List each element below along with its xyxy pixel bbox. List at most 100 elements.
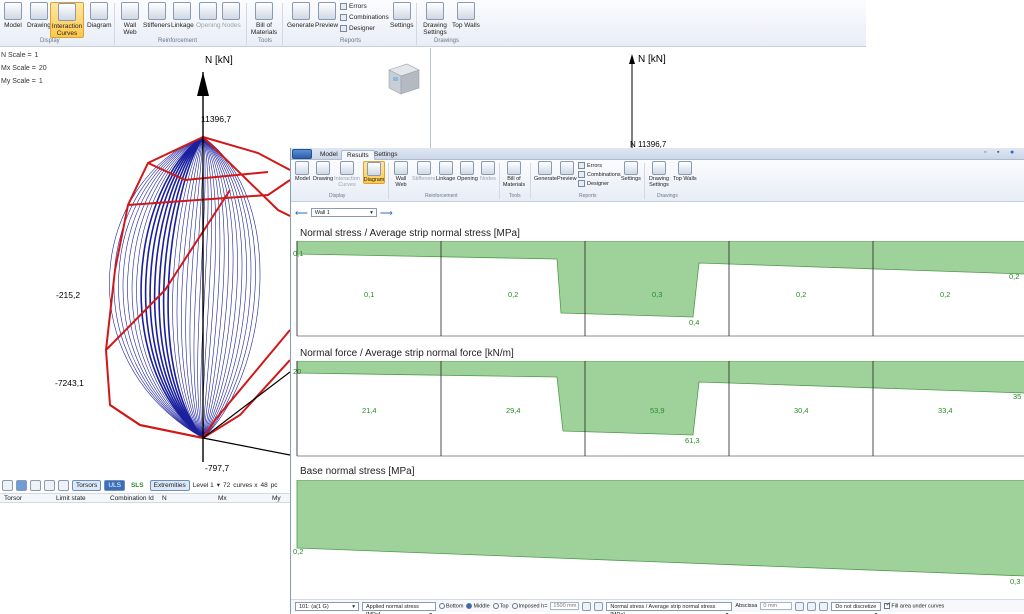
- opening-button[interactable]: Opening: [196, 2, 221, 29]
- rotate-icon[interactable]: [2, 479, 13, 491]
- drawing-settings-button[interactable]: Drawing Settings: [422, 2, 448, 36]
- next-wall-icon[interactable]: ⟶: [380, 208, 393, 217]
- ribbon-separator: [530, 163, 531, 199]
- combinations-item[interactable]: Combinations: [340, 14, 389, 21]
- interaction-curves-button[interactable]: Interaction Curves: [50, 2, 84, 38]
- bottom-value-label: -797,7: [205, 463, 229, 473]
- model-button[interactable]: Model: [4, 2, 22, 29]
- opening-icon: [460, 161, 475, 175]
- preview-button[interactable]: Preview: [315, 2, 338, 29]
- stress-type-select[interactable]: Applied normal stress [MPa]: [362, 601, 436, 614]
- print-icon[interactable]: [58, 479, 69, 491]
- column-header-torsor[interactable]: Torsor: [4, 495, 22, 502]
- export-icon[interactable]: [807, 601, 817, 611]
- extremities-button[interactable]: Extremities: [149, 479, 190, 491]
- diagram-1-dip-label: 0,4: [689, 318, 699, 327]
- interaction-curves-plot[interactable]: N [kN] 11396,7 -797,7 -215,2 -7243,1: [0, 48, 290, 476]
- opening-button[interactable]: Opening: [457, 161, 478, 182]
- drawing-button[interactable]: Drawing: [27, 2, 51, 29]
- wall-web-button[interactable]: Wall Web: [393, 161, 409, 188]
- generate-button[interactable]: Generate: [534, 161, 557, 182]
- imposed-height-input[interactable]: 1500 mm: [550, 602, 580, 610]
- normal-force-diagram[interactable]: 20 35 61,3 21,4 29,4 53,9 30,4 33,4: [291, 361, 1024, 457]
- wall-select[interactable]: Wall 1: [310, 208, 377, 217]
- uls-button[interactable]: ULS: [104, 479, 125, 491]
- model-button[interactable]: Model: [295, 161, 310, 182]
- info-icon[interactable]: [594, 601, 604, 611]
- normal-stress-diagram[interactable]: 0,1 0,2 0,4 0,1 0,2 0,3 0,2 0,2: [291, 241, 1024, 337]
- drawing-button[interactable]: Drawing: [313, 161, 333, 182]
- display-group-label: Display: [40, 38, 60, 44]
- abscissa-input[interactable]: 0 mm: [760, 602, 793, 610]
- errors-item[interactable]: Errors: [340, 3, 367, 10]
- tab-model[interactable]: Model: [315, 150, 343, 160]
- errors-item[interactable]: Errors: [578, 162, 602, 169]
- torsors-button[interactable]: Torsors: [72, 479, 102, 491]
- radio-bottom[interactable]: Bottom: [439, 602, 463, 609]
- diagram-button[interactable]: Diagram: [87, 2, 112, 29]
- help-icon[interactable]: ●: [1010, 149, 1014, 156]
- diagram-1-strip-value: 0,1: [364, 290, 374, 299]
- fill-area-checkbox[interactable]: Fill area under curves: [884, 601, 944, 609]
- interaction-curves-button[interactable]: Interaction Curves: [333, 161, 361, 188]
- combinations-icon: [340, 14, 347, 21]
- n-axis-label: N [kN]: [205, 55, 233, 66]
- reinforcement-group-label: Reinforcement: [425, 193, 458, 199]
- nodes-button[interactable]: Nodes: [222, 2, 241, 29]
- column-header-n[interactable]: N: [162, 495, 167, 502]
- radio-imposed[interactable]: Imposed h=: [511, 602, 547, 609]
- bill-of-materials-button[interactable]: Bill of Materials: [503, 161, 525, 188]
- combinations-icon: [578, 171, 585, 178]
- linkage-button[interactable]: Linkage: [436, 161, 455, 182]
- view-cube[interactable]: [385, 60, 423, 98]
- column-header-combination-id[interactable]: Combination Id: [110, 495, 154, 502]
- diagram-select[interactable]: Normal stress / Average strip normal str…: [606, 601, 733, 614]
- grid-icon[interactable]: [30, 479, 41, 491]
- stiffeners-icon: [147, 2, 166, 20]
- print-icon[interactable]: [819, 601, 829, 611]
- diagram-options-toolbar: 101: (a(1 G) Applied normal stress [MPa]…: [291, 599, 1024, 614]
- view-3d-icon[interactable]: [16, 479, 27, 491]
- sls-button[interactable]: SLS: [128, 481, 147, 490]
- minimize-icon[interactable]: ▫: [984, 149, 986, 156]
- restore-icon[interactable]: ▪: [997, 149, 999, 156]
- diagram-1-fill-area: [296, 241, 1024, 318]
- curves-count[interactable]: 72: [223, 482, 230, 489]
- export-icon[interactable]: [44, 479, 55, 491]
- diagram-2-title: Normal force / Average strip normal forc…: [300, 348, 514, 359]
- level-select[interactable]: Level 1: [193, 482, 214, 489]
- column-header-limit-state[interactable]: Limit state: [56, 495, 86, 502]
- radio-middle[interactable]: Middle: [466, 602, 490, 609]
- discretize-select[interactable]: Do not discretize: [831, 601, 882, 611]
- pin-icon[interactable]: [582, 601, 592, 611]
- settings-button[interactable]: Settings: [390, 2, 414, 29]
- previous-wall-icon[interactable]: ⟵: [295, 208, 308, 217]
- base-normal-stress-diagram[interactable]: 0,2 0,3: [291, 480, 1024, 588]
- column-header-my[interactable]: My: [272, 495, 281, 502]
- top-walls-button[interactable]: Top Walls: [673, 161, 697, 182]
- preview-button[interactable]: Preview: [557, 161, 577, 182]
- designer-item[interactable]: Designer: [578, 180, 609, 187]
- points-count[interactable]: 48: [260, 482, 267, 489]
- wall-web-button[interactable]: Wall Web: [120, 2, 140, 36]
- stiffeners-button[interactable]: Stiffeners: [412, 161, 435, 182]
- application-menu-button[interactable]: [292, 149, 312, 159]
- diagram-button[interactable]: Diagram: [363, 161, 385, 184]
- nodes-button[interactable]: Nodes: [480, 161, 496, 182]
- combination-select[interactable]: 101: (a(1 G): [295, 601, 359, 611]
- bill-of-materials-button[interactable]: Bill of Materials: [251, 2, 277, 36]
- designer-icon: [340, 25, 347, 32]
- drawing-settings-button[interactable]: Drawing Settings: [648, 161, 670, 188]
- designer-item[interactable]: Designer: [340, 25, 375, 32]
- tab-settings[interactable]: Settings: [369, 150, 403, 160]
- generate-button[interactable]: Generate: [287, 2, 314, 29]
- combinations-item[interactable]: Combinations: [578, 171, 621, 178]
- zoom-icon[interactable]: [795, 601, 805, 611]
- preview-icon: [559, 161, 574, 175]
- settings-button[interactable]: Settings: [621, 161, 641, 182]
- radio-top[interactable]: Top: [492, 602, 509, 609]
- column-header-mx[interactable]: Mx: [218, 495, 227, 502]
- linkage-button[interactable]: Linkage: [171, 2, 194, 29]
- top-walls-button[interactable]: Top Walls: [452, 2, 480, 29]
- stiffeners-button[interactable]: Stiffeners: [143, 2, 170, 29]
